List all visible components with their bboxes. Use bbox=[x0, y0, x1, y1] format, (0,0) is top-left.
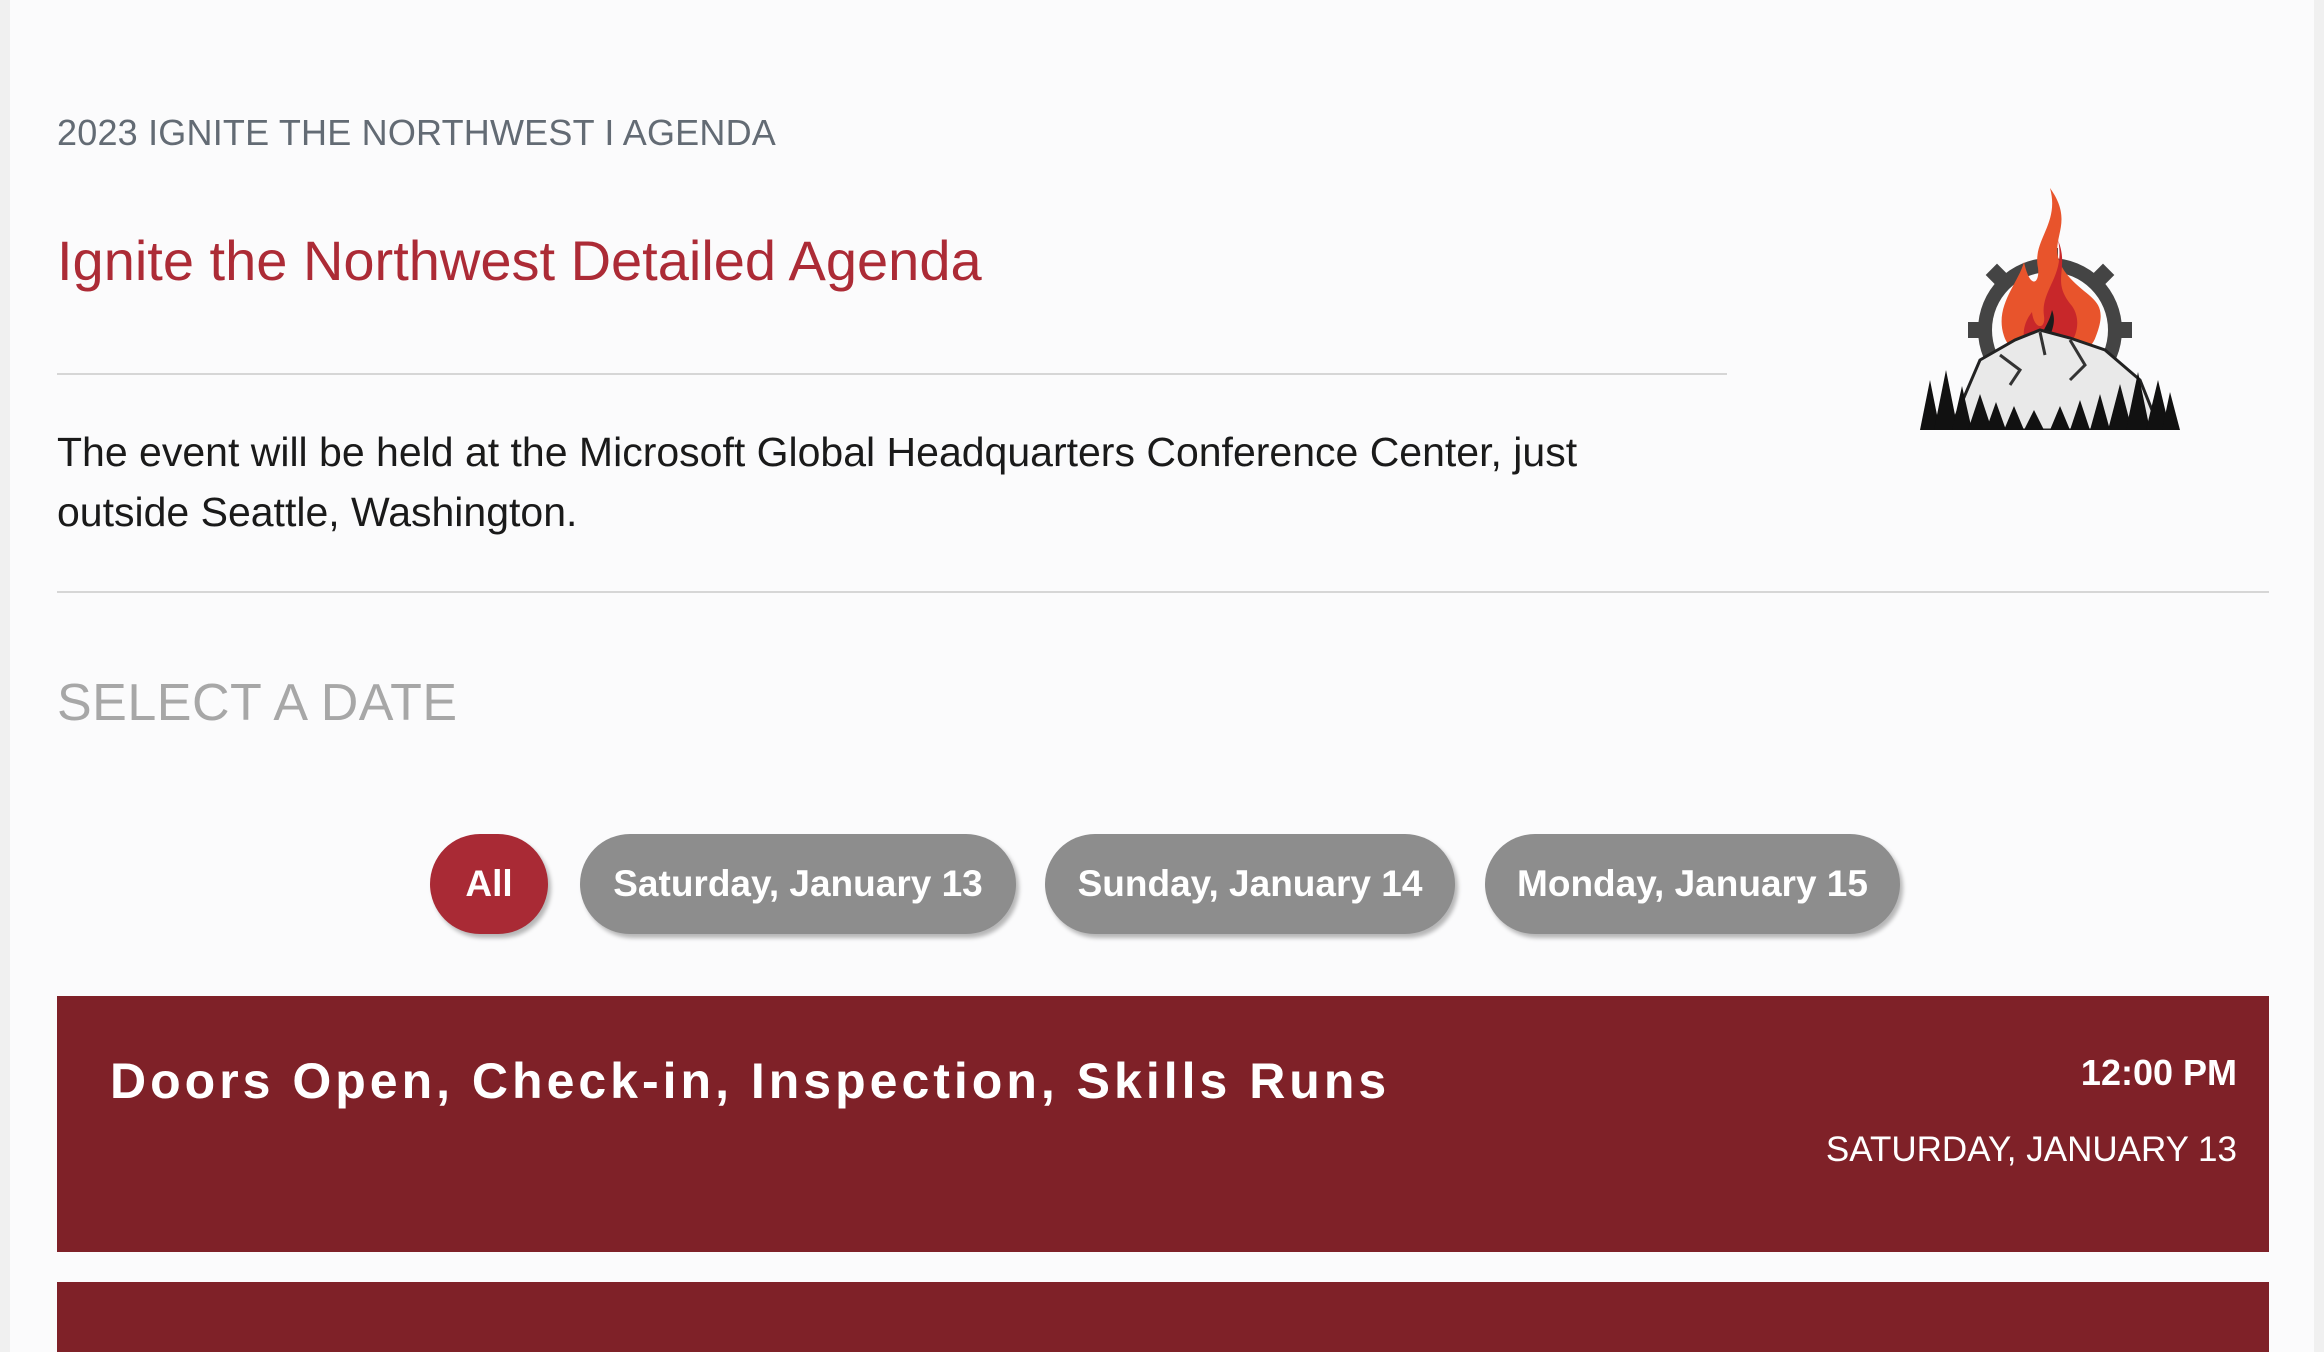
divider bbox=[57, 591, 2269, 593]
filter-saturday-button[interactable]: Saturday, January 13 bbox=[580, 834, 1016, 934]
event-date: SATURDAY, JANUARY 13 bbox=[1825, 1130, 2237, 1169]
agenda-event-card[interactable]: Doors Open, Check-in, Inspection, Skills… bbox=[57, 996, 2269, 1252]
page: 2023 IGNITE THE NORTHWEST I AGENDA Ignit… bbox=[10, 0, 2314, 1352]
agenda-event-card[interactable] bbox=[57, 1282, 2269, 1352]
page-kicker: 2023 IGNITE THE NORTHWEST I AGENDA bbox=[57, 112, 776, 153]
event-time: 12:00 PM bbox=[2080, 1052, 2237, 1093]
divider bbox=[57, 373, 1727, 375]
page-title: Ignite the Northwest Detailed Agenda bbox=[57, 229, 982, 292]
filter-monday-button[interactable]: Monday, January 15 bbox=[1485, 834, 1900, 934]
intro-text: The event will be held at the Microsoft … bbox=[57, 429, 1578, 535]
event-title[interactable]: Doors Open, Check-in, Inspection, Skills… bbox=[110, 1052, 1390, 1110]
filter-all-button[interactable]: All bbox=[430, 834, 548, 934]
select-date-heading: SELECT A DATE bbox=[57, 674, 458, 732]
flame-gear-mountain-icon bbox=[1920, 188, 2180, 432]
date-filter-bar: All Saturday, January 13 Sunday, January… bbox=[10, 834, 2314, 938]
filter-sunday-button[interactable]: Sunday, January 14 bbox=[1045, 834, 1455, 934]
event-logo bbox=[1920, 180, 2180, 432]
